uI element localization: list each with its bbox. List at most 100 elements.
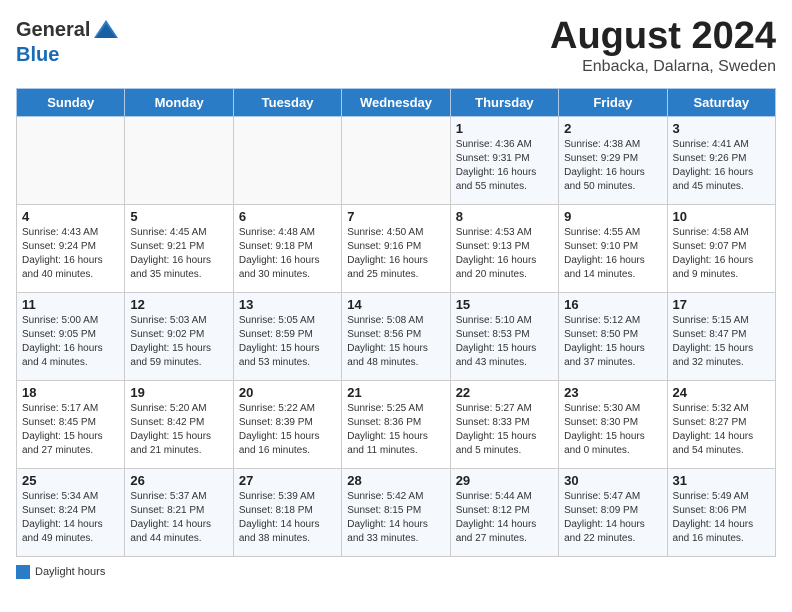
day-number: 2 <box>564 121 661 136</box>
day-header-wednesday: Wednesday <box>342 88 450 116</box>
calendar-cell: 21 Sunrise: 5:25 AM Sunset: 8:36 PM Dayli… <box>342 380 450 468</box>
calendar-cell: 15 Sunrise: 5:10 AM Sunset: 8:53 PM Dayli… <box>450 292 558 380</box>
day-number: 13 <box>239 297 336 312</box>
calendar-cell: 31Sunrise: 5:49 AM Sunset: 8:06 PM Dayli… <box>667 468 775 556</box>
day-number: 24 <box>673 385 770 400</box>
calendar-cell: 10 Sunrise: 4:58 AM Sunset: 9:07 PM Dayli… <box>667 204 775 292</box>
calendar-cell: 2 Sunrise: 4:38 AM Sunset: 9:29 PM Daylig… <box>559 116 667 204</box>
day-header-thursday: Thursday <box>450 88 558 116</box>
calendar-cell: 24Sunrise: 5:32 AM Sunset: 8:27 PM Dayli… <box>667 380 775 468</box>
day-info: Sunrise: 4:36 AM Sunset: 9:31 PM Dayligh… <box>456 138 553 194</box>
day-header-row: SundayMondayTuesdayWednesdayThursdayFrid… <box>17 88 776 116</box>
calendar-table: SundayMondayTuesdayWednesdayThursdayFrid… <box>16 88 776 557</box>
calendar-cell <box>342 116 450 204</box>
day-info: Sunrise: 5:37 AM Sunset: 8:21 PM Dayligh… <box>130 490 227 546</box>
legend-color-box <box>16 565 30 579</box>
day-info: Sunrise: 5:17 AM Sunset: 8:45 PM Dayligh… <box>22 402 119 458</box>
calendar-cell: 5Sunrise: 4:45 AM Sunset: 9:21 PM Daylig… <box>125 204 233 292</box>
day-info: Sunrise: 5:05 AM Sunset: 8:59 PM Dayligh… <box>239 314 336 370</box>
day-number: 14 <box>347 297 444 312</box>
day-number: 3 <box>673 121 770 136</box>
day-number: 6 <box>239 209 336 224</box>
day-info: Sunrise: 5:25 AM Sunset: 8:36 PM Dayligh… <box>347 402 444 458</box>
calendar-cell: 29 Sunrise: 5:44 AM Sunset: 8:12 PM Dayli… <box>450 468 558 556</box>
day-number: 7 <box>347 209 444 224</box>
calendar-cell: 20Sunrise: 5:22 AM Sunset: 8:39 PM Dayli… <box>233 380 341 468</box>
day-number: 11 <box>22 297 119 312</box>
day-number: 8 <box>456 209 553 224</box>
day-number: 19 <box>130 385 227 400</box>
calendar-cell: 3 Sunrise: 4:41 AM Sunset: 9:26 PM Daylig… <box>667 116 775 204</box>
footer: Daylight hours <box>16 565 776 579</box>
calendar-cell: 28Sunrise: 5:42 AM Sunset: 8:15 PM Dayli… <box>342 468 450 556</box>
day-info: Sunrise: 5:00 AM Sunset: 9:05 PM Dayligh… <box>22 314 119 370</box>
day-info: Sunrise: 4:58 AM Sunset: 9:07 PM Dayligh… <box>673 226 770 282</box>
month-title: August 2024 <box>550 16 776 58</box>
day-number: 5 <box>130 209 227 224</box>
day-info: Sunrise: 4:55 AM Sunset: 9:10 PM Dayligh… <box>564 226 661 282</box>
logo-blue-text: Blue <box>16 44 59 66</box>
legend-label: Daylight hours <box>35 566 105 578</box>
day-number: 4 <box>22 209 119 224</box>
day-info: Sunrise: 5:47 AM Sunset: 8:09 PM Dayligh… <box>564 490 661 546</box>
day-number: 21 <box>347 385 444 400</box>
day-info: Sunrise: 5:10 AM Sunset: 8:53 PM Dayligh… <box>456 314 553 370</box>
day-number: 15 <box>456 297 553 312</box>
day-number: 9 <box>564 209 661 224</box>
calendar-cell: 19 Sunrise: 5:20 AM Sunset: 8:42 PM Dayli… <box>125 380 233 468</box>
calendar-cell: 18 Sunrise: 5:17 AM Sunset: 8:45 PM Dayli… <box>17 380 125 468</box>
calendar-cell: 7 Sunrise: 4:50 AM Sunset: 9:16 PM Daylig… <box>342 204 450 292</box>
day-number: 12 <box>130 297 227 312</box>
calendar-week-1: 1 Sunrise: 4:36 AM Sunset: 9:31 PM Daylig… <box>17 116 776 204</box>
day-info: Sunrise: 4:50 AM Sunset: 9:16 PM Dayligh… <box>347 226 444 282</box>
day-number: 30 <box>564 473 661 488</box>
calendar-cell: 13 Sunrise: 5:05 AM Sunset: 8:59 PM Dayli… <box>233 292 341 380</box>
calendar-cell: 1 Sunrise: 4:36 AM Sunset: 9:31 PM Daylig… <box>450 116 558 204</box>
title-area: August 2024 Enbacka, Dalarna, Sweden <box>550 16 776 76</box>
logo-general-text: General <box>16 19 90 42</box>
day-header-monday: Monday <box>125 88 233 116</box>
calendar-cell: 11 Sunrise: 5:00 AM Sunset: 9:05 PM Dayli… <box>17 292 125 380</box>
day-number: 31 <box>673 473 770 488</box>
header: General Blue August 2024 Enbacka, Dalarn… <box>16 16 776 76</box>
day-number: 29 <box>456 473 553 488</box>
day-info: Sunrise: 5:20 AM Sunset: 8:42 PM Dayligh… <box>130 402 227 458</box>
day-number: 20 <box>239 385 336 400</box>
day-info: Sunrise: 4:41 AM Sunset: 9:26 PM Dayligh… <box>673 138 770 194</box>
calendar-cell <box>17 116 125 204</box>
day-info: Sunrise: 4:48 AM Sunset: 9:18 PM Dayligh… <box>239 226 336 282</box>
day-number: 17 <box>673 297 770 312</box>
calendar-cell: 8 Sunrise: 4:53 AM Sunset: 9:13 PM Daylig… <box>450 204 558 292</box>
calendar-cell: 27 Sunrise: 5:39 AM Sunset: 8:18 PM Dayli… <box>233 468 341 556</box>
calendar-cell: 30 Sunrise: 5:47 AM Sunset: 8:09 PM Dayli… <box>559 468 667 556</box>
calendar-week-4: 18 Sunrise: 5:17 AM Sunset: 8:45 PM Dayli… <box>17 380 776 468</box>
calendar-cell <box>233 116 341 204</box>
day-info: Sunrise: 4:38 AM Sunset: 9:29 PM Dayligh… <box>564 138 661 194</box>
day-number: 22 <box>456 385 553 400</box>
location-subtitle: Enbacka, Dalarna, Sweden <box>550 58 776 76</box>
calendar-cell: 26Sunrise: 5:37 AM Sunset: 8:21 PM Dayli… <box>125 468 233 556</box>
day-number: 18 <box>22 385 119 400</box>
calendar-cell: 23Sunrise: 5:30 AM Sunset: 8:30 PM Dayli… <box>559 380 667 468</box>
day-info: Sunrise: 5:03 AM Sunset: 9:02 PM Dayligh… <box>130 314 227 370</box>
calendar-cell: 4Sunrise: 4:43 AM Sunset: 9:24 PM Daylig… <box>17 204 125 292</box>
day-number: 10 <box>673 209 770 224</box>
day-info: Sunrise: 4:53 AM Sunset: 9:13 PM Dayligh… <box>456 226 553 282</box>
day-info: Sunrise: 5:12 AM Sunset: 8:50 PM Dayligh… <box>564 314 661 370</box>
day-header-friday: Friday <box>559 88 667 116</box>
day-info: Sunrise: 5:08 AM Sunset: 8:56 PM Dayligh… <box>347 314 444 370</box>
day-info: Sunrise: 5:30 AM Sunset: 8:30 PM Dayligh… <box>564 402 661 458</box>
day-info: Sunrise: 5:39 AM Sunset: 8:18 PM Dayligh… <box>239 490 336 546</box>
day-info: Sunrise: 5:44 AM Sunset: 8:12 PM Dayligh… <box>456 490 553 546</box>
calendar-cell: 14 Sunrise: 5:08 AM Sunset: 8:56 PM Dayli… <box>342 292 450 380</box>
logo: General Blue <box>16 16 120 67</box>
calendar-cell: 12 Sunrise: 5:03 AM Sunset: 9:02 PM Dayli… <box>125 292 233 380</box>
calendar-week-3: 11 Sunrise: 5:00 AM Sunset: 9:05 PM Dayli… <box>17 292 776 380</box>
day-info: Sunrise: 5:34 AM Sunset: 8:24 PM Dayligh… <box>22 490 119 546</box>
calendar-cell: 6 Sunrise: 4:48 AM Sunset: 9:18 PM Daylig… <box>233 204 341 292</box>
day-info: Sunrise: 5:42 AM Sunset: 8:15 PM Dayligh… <box>347 490 444 546</box>
calendar-cell: 25 Sunrise: 5:34 AM Sunset: 8:24 PM Dayli… <box>17 468 125 556</box>
day-number: 25 <box>22 473 119 488</box>
day-number: 27 <box>239 473 336 488</box>
day-number: 1 <box>456 121 553 136</box>
